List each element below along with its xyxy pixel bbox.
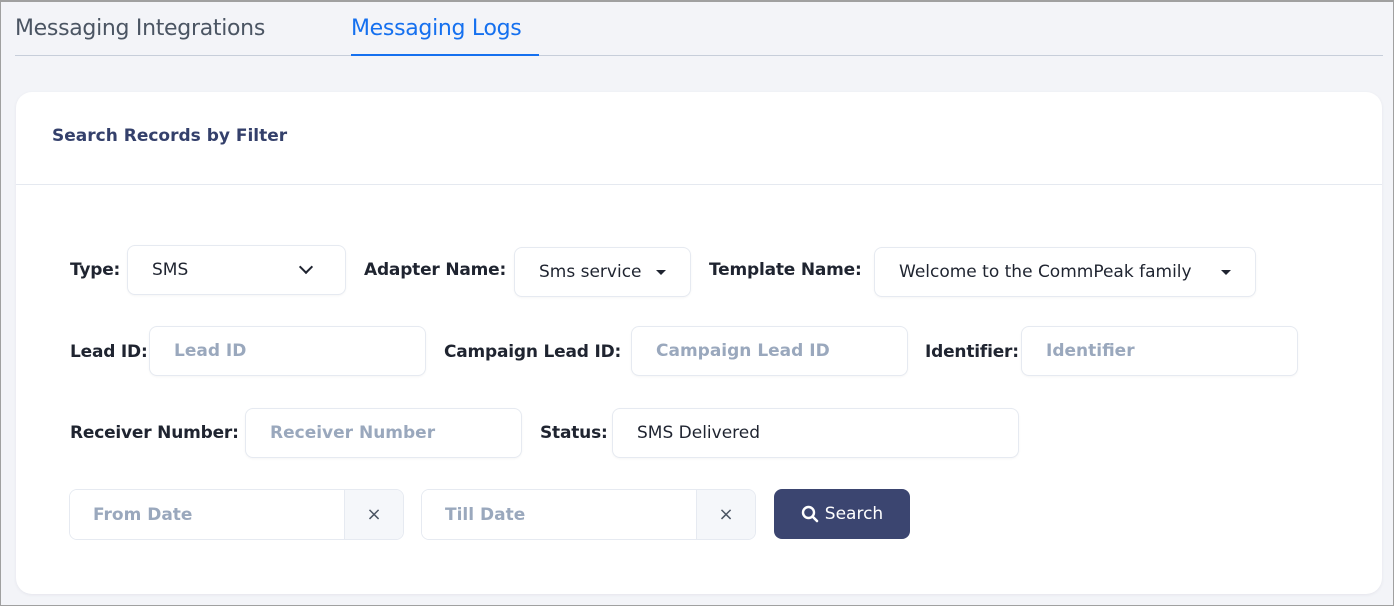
campaign-lead-id-label: Campaign Lead ID:: [444, 342, 622, 362]
search-icon: [801, 505, 819, 523]
status-label: Status:: [540, 423, 608, 443]
search-button[interactable]: Search: [774, 489, 910, 539]
filter-card: Search Records by Filter Type: SMS Adapt…: [16, 92, 1382, 594]
lead-id-input[interactable]: [174, 341, 425, 361]
from-date-input[interactable]: [70, 490, 344, 539]
identifier-field: [1021, 326, 1298, 376]
chevron-down-icon: [298, 259, 314, 275]
close-icon: ×: [366, 504, 382, 525]
type-value: SMS: [152, 260, 189, 280]
close-icon: ×: [718, 504, 734, 525]
adapter-name-dropdown[interactable]: Sms service: [514, 247, 691, 297]
identifier-input[interactable]: [1046, 341, 1297, 361]
adapter-name-value: Sms service: [539, 262, 642, 282]
status-field[interactable]: SMS Delivered: [612, 408, 1019, 458]
tab-messaging-logs[interactable]: Messaging Logs: [351, 14, 539, 56]
template-name-value: Welcome to the CommPeak family: [899, 262, 1192, 282]
card-title: Search Records by Filter: [52, 126, 288, 146]
clear-from-date-button[interactable]: ×: [344, 490, 403, 539]
tab-bar: Messaging Integrations Messaging Logs: [15, 14, 1383, 56]
receiver-number-field: [245, 408, 522, 458]
from-date-group: ×: [69, 489, 404, 540]
tab-messaging-integrations[interactable]: Messaging Integrations: [15, 14, 265, 56]
receiver-number-input[interactable]: [270, 423, 521, 443]
till-date-group: ×: [421, 489, 756, 540]
search-button-label: Search: [824, 504, 884, 524]
type-select[interactable]: SMS: [127, 245, 346, 295]
caret-down-icon: [1221, 270, 1231, 275]
template-name-dropdown[interactable]: Welcome to the CommPeak family: [874, 247, 1256, 297]
caret-down-icon: [656, 270, 666, 275]
template-name-label: Template Name:: [709, 260, 862, 280]
till-date-input[interactable]: [422, 490, 696, 539]
receiver-number-label: Receiver Number:: [70, 423, 239, 443]
status-value: SMS Delivered: [637, 423, 761, 443]
card-divider: [16, 184, 1382, 185]
clear-till-date-button[interactable]: ×: [696, 490, 755, 539]
identifier-label: Identifier:: [925, 342, 1019, 362]
type-label: Type:: [70, 260, 121, 280]
campaign-lead-id-field: [631, 326, 908, 376]
campaign-lead-id-input[interactable]: [656, 341, 907, 361]
lead-id-field: [149, 326, 426, 376]
adapter-name-label: Adapter Name:: [364, 260, 507, 280]
lead-id-label: Lead ID:: [70, 342, 148, 362]
